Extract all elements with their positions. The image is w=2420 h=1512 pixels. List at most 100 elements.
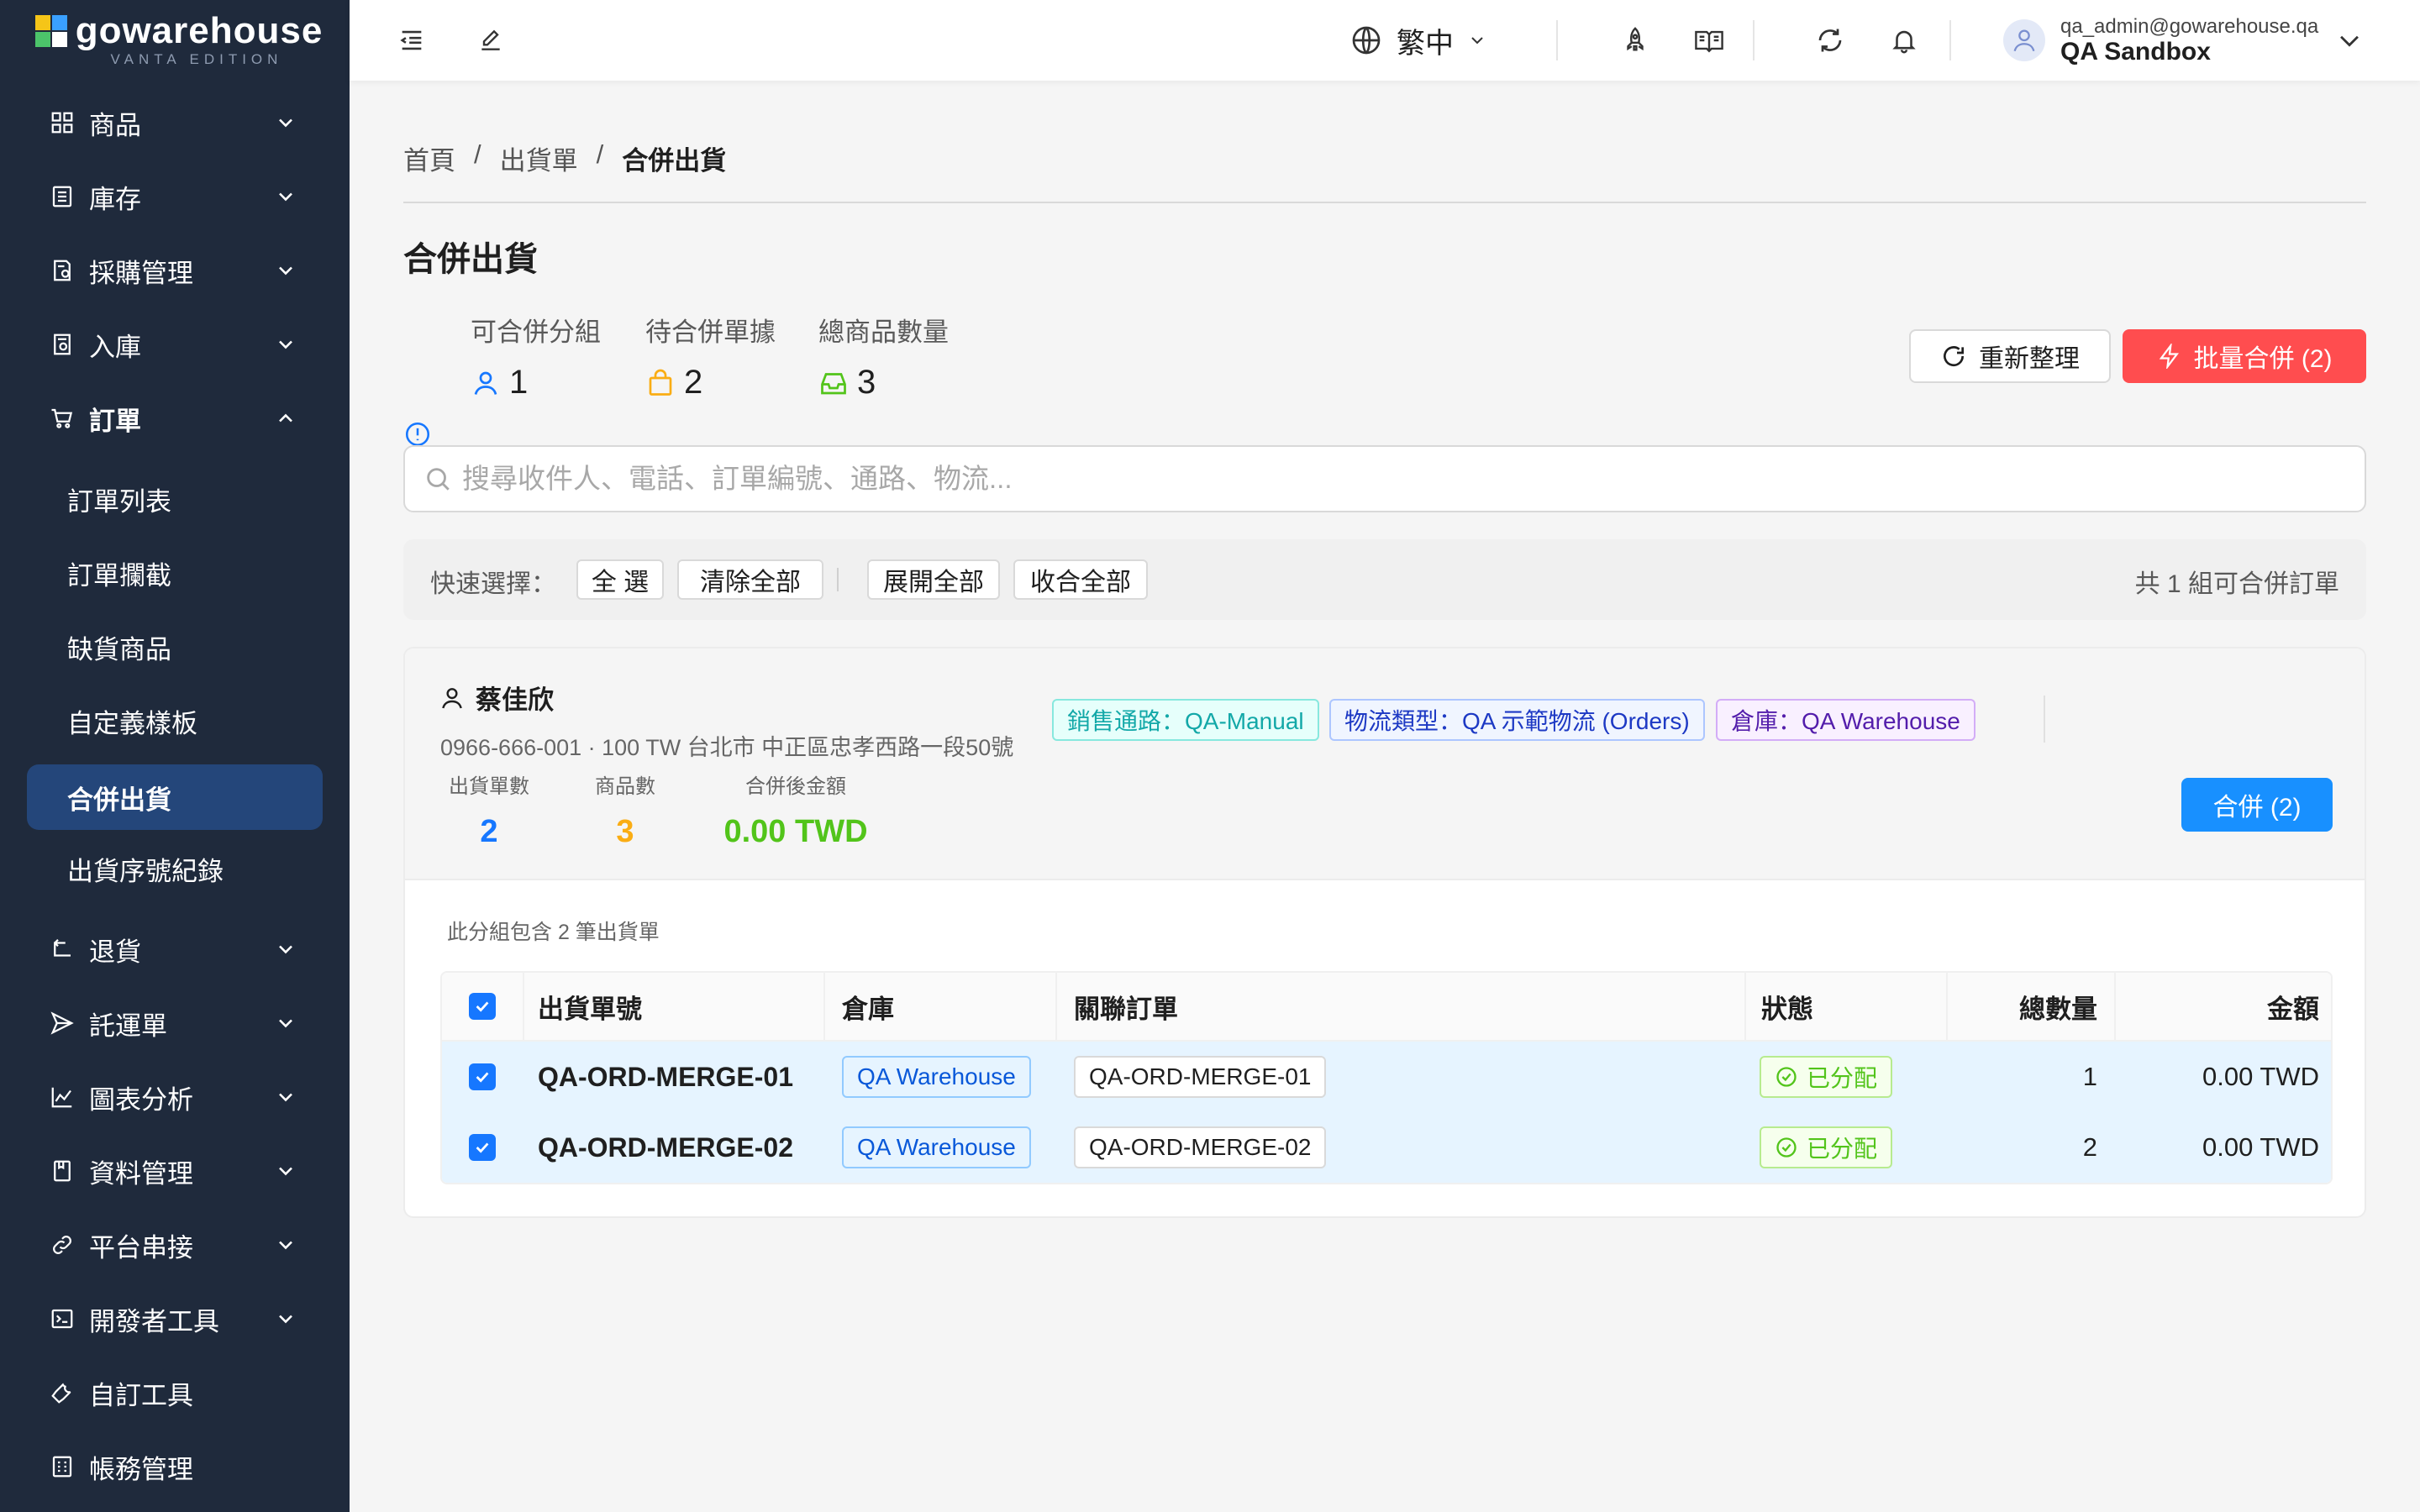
select-all-button[interactable]: 全 選 <box>576 559 664 600</box>
shipment-no[interactable]: QA-ORD-MERGE-01 <box>538 1042 793 1112</box>
sidebar-item-analytics[interactable]: 圖表分析 <box>27 1067 323 1127</box>
related-order-tag[interactable]: QA-ORD-MERGE-01 <box>1074 1056 1327 1098</box>
sidebar-item-data-management[interactable]: 資料管理 <box>27 1141 323 1201</box>
sidebar-item-order-intercept[interactable]: 訂單攔截 <box>27 543 323 603</box>
menu-fold-icon[interactable] <box>392 20 432 60</box>
edit-icon[interactable] <box>471 20 511 60</box>
language-label: 繁中 <box>1397 27 1454 60</box>
sidebar-item-orders[interactable]: 訂單 <box>27 388 323 449</box>
channel-tag: 銷售通路：QA-Manual <box>1052 699 1319 741</box>
book-icon[interactable] <box>1689 20 1729 60</box>
chevron-down-icon <box>2340 35 2360 47</box>
user-icon <box>474 371 497 395</box>
sidebar-item-developer-tools[interactable]: 開發者工具 <box>27 1289 323 1349</box>
shopping-bag-icon <box>649 369 672 396</box>
checkbox-checked-icon <box>469 1063 496 1090</box>
stat-total-items: 總商品數量 3 <box>818 311 949 402</box>
amount: 0.00 TWD <box>2202 1062 2319 1091</box>
sidebar-item-order-list[interactable]: 訂單列表 <box>27 469 323 529</box>
breadcrumb-home[interactable]: 首頁 <box>403 139 455 177</box>
sidebar-item-label: 合併出貨 <box>67 785 171 815</box>
sidebar-item-label: 開發者工具 <box>89 1306 219 1336</box>
sidebar-item-label: 託運單 <box>89 1011 167 1041</box>
sidebar-item-returns[interactable]: 退貨 <box>27 919 323 979</box>
breadcrumb-separator: / <box>474 139 481 169</box>
user-icon <box>442 687 462 708</box>
total-qty: 2 <box>2082 1132 2097 1162</box>
cart-icon <box>47 403 77 433</box>
refresh-label: 重新整理 <box>1979 345 2080 373</box>
wrench-icon <box>47 1378 77 1408</box>
link-icon <box>47 1230 77 1260</box>
user-menu[interactable]: qa_admin@gowarehouse.qa QA Sandbox <box>2003 13 2364 67</box>
search-input[interactable] <box>462 463 2311 495</box>
sidebar-item-custom-template[interactable]: 自定義樣板 <box>27 690 323 751</box>
refresh-icon[interactable] <box>1810 20 1850 60</box>
search-icon <box>427 468 450 491</box>
sidebar-item-label: 訂單列表 <box>67 486 171 517</box>
sidebar-item-products[interactable]: 商品 <box>27 92 323 153</box>
select-all-checkbox[interactable] <box>469 973 496 1040</box>
sidebar-item-out-of-stock[interactable]: 缺貨商品 <box>27 617 323 677</box>
breadcrumb-shipments[interactable]: 出貨單 <box>500 139 578 177</box>
table-row[interactable]: QA-ORD-MERGE-01 QA Warehouse QA-ORD-MERG… <box>442 1042 2331 1112</box>
chevron-down-icon <box>279 1093 292 1102</box>
stat-label: 待合併單據 <box>645 318 776 347</box>
breadcrumb-divider <box>403 202 2366 203</box>
logo-subtitle: VANTA EDITION <box>110 51 283 67</box>
quick-divider <box>837 568 839 591</box>
sidebar: gowarehouse VANTA EDITION 商品 庫存 採購管理 入庫 … <box>0 0 350 1512</box>
app-logo[interactable]: gowarehouse VANTA EDITION <box>0 0 350 81</box>
related-order-tag[interactable]: QA-ORD-MERGE-02 <box>1074 1126 1327 1168</box>
chevron-down-icon <box>279 1315 292 1324</box>
table-row[interactable]: QA-ORD-MERGE-02 QA Warehouse QA-ORD-MERG… <box>442 1112 2331 1183</box>
check-circle-icon <box>1776 1137 1797 1158</box>
chevron-down-icon <box>279 1019 292 1028</box>
collapse-all-button[interactable]: 收合全部 <box>1013 559 1148 600</box>
quick-select-bar: 快速選擇： 全 選 清除全部 展開全部 收合全部 共 1 組可合併訂單 <box>403 539 2366 620</box>
warehouse-tag: QA Warehouse <box>842 1126 1031 1168</box>
bell-icon[interactable] <box>1884 20 1924 60</box>
batch-merge-button[interactable]: 批量合併 (2) <box>2123 329 2366 383</box>
group-stat-items: 商品數 3 <box>592 769 659 850</box>
sidebar-item-purchase[interactable]: 採購管理 <box>27 240 323 301</box>
terminal-icon <box>47 1304 77 1334</box>
sidebar-item-serial-record[interactable]: 出貨序號紀錄 <box>27 838 323 899</box>
shipment-no[interactable]: QA-ORD-MERGE-02 <box>538 1112 793 1183</box>
header-divider <box>1949 20 1951 60</box>
refresh-button[interactable]: 重新整理 <box>1909 329 2111 383</box>
info-icon[interactable] <box>403 420 432 449</box>
amount: 0.00 TWD <box>2202 1132 2319 1162</box>
chevron-down-icon <box>279 266 292 276</box>
sidebar-item-label: 商品 <box>89 110 141 140</box>
sidebar-item-merge-shipment[interactable]: 合併出貨 <box>27 764 323 830</box>
row-checkbox[interactable] <box>469 1112 496 1183</box>
language-selector[interactable]: 繁中 <box>1349 18 1487 62</box>
stat-value: 2 <box>684 364 703 401</box>
search-box[interactable] <box>403 445 2366 512</box>
merge-button[interactable]: 合併 (2) <box>2181 778 2333 832</box>
sidebar-item-inbound[interactable]: 入庫 <box>27 314 323 375</box>
sidebar-item-billing[interactable]: 帳務管理 <box>27 1436 323 1497</box>
breadcrumb: 首頁 / 出貨單 / 合併出貨 <box>403 139 726 177</box>
group-stat-value: 3 <box>616 814 634 849</box>
chevron-down-icon <box>279 192 292 202</box>
stat-value: 1 <box>509 364 529 401</box>
row-checkbox[interactable] <box>469 1042 496 1112</box>
sidebar-item-inventory[interactable]: 庫存 <box>27 166 323 227</box>
chevron-down-icon <box>279 118 292 128</box>
warehouse-tag: QA Warehouse <box>842 1056 1031 1098</box>
rocket-icon[interactable] <box>1615 20 1655 60</box>
clear-all-button[interactable]: 清除全部 <box>677 559 823 600</box>
group-stat-label: 出貨單數 <box>449 775 529 798</box>
logo-mark-icon <box>34 15 67 47</box>
sidebar-item-label: 圖表分析 <box>89 1084 193 1115</box>
chevron-down-icon <box>279 340 292 349</box>
sidebar-item-custom-tools[interactable]: 自訂工具 <box>27 1362 323 1423</box>
return-icon <box>47 934 77 964</box>
sidebar-item-consignment[interactable]: 託運單 <box>27 993 323 1053</box>
expand-all-button[interactable]: 展開全部 <box>867 559 1000 600</box>
chevron-down-icon <box>1471 37 1483 45</box>
sidebar-item-platform-integration[interactable]: 平台串接 <box>27 1215 323 1275</box>
group-header[interactable]: 蔡佳欣 0966-666-001 · 100 TW 台北市 中正區忠孝西路一段5… <box>405 648 2365 880</box>
